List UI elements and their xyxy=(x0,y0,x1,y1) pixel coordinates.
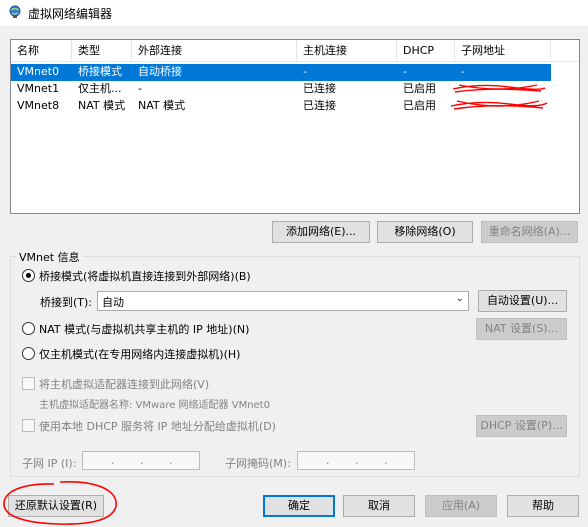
cell-host: - xyxy=(303,65,307,78)
help-button[interactable]: 帮助 xyxy=(507,495,579,517)
cell-type: NAT 模式 xyxy=(78,99,126,112)
apply-button[interactable]: 应用(A) xyxy=(425,495,497,517)
nat-mode-label[interactable]: NAT 模式(与虚拟机共享主机的 IP 地址)(N) xyxy=(39,321,249,337)
connect-adapter-label[interactable]: 将主机虚拟适配器连接到此网络(V) xyxy=(39,376,209,392)
ip-separator: . xyxy=(384,454,388,467)
vmnet-info-label: VMnet 信息 xyxy=(16,249,83,265)
connect-adapter-checkbox[interactable] xyxy=(22,377,35,390)
cell-external: 自动桥接 xyxy=(138,65,182,78)
bridged-to-label: 桥接到(T): xyxy=(40,296,93,309)
bridged-mode-label[interactable]: 桥接模式(将虚拟机直接连接到外部网络)(B) xyxy=(39,268,251,284)
rename-network-button[interactable]: 重命名网络(A)... xyxy=(481,221,578,243)
subnet-mask-label: 子网掩码(M): xyxy=(225,457,291,470)
column-header-name[interactable]: 名称 xyxy=(11,40,72,62)
use-dhcp-label[interactable]: 使用本地 DHCP 服务将 IP 地址分配给虚拟机(D) xyxy=(39,418,276,434)
network-list[interactable]: 名称 类型 外部连接 主机连接 DHCP 子网地址 VMnet0 桥接模式 自动… xyxy=(10,39,580,214)
globe-network-icon xyxy=(9,5,21,18)
nat-mode-radio[interactable] xyxy=(22,322,35,335)
cell-type: 桥接模式 xyxy=(78,65,122,78)
cell-external: - xyxy=(138,82,142,95)
cell-type: 仅主机... xyxy=(78,82,122,95)
adapter-name-text: 主机虚拟适配器名称: VMware 网络适配器 VMnet0 xyxy=(39,400,270,411)
ip-separator: . xyxy=(111,454,115,467)
cell-subnet: - xyxy=(461,65,465,78)
table-row[interactable]: VMnet1 仅主机... - 已连接 已启用 xyxy=(11,81,551,98)
ip-separator: . xyxy=(140,454,144,467)
remove-network-button[interactable]: 移除网络(O) xyxy=(377,221,473,243)
table-header: 名称 类型 外部连接 主机连接 DHCP 子网地址 xyxy=(11,40,579,62)
title-bar: 虚拟网络编辑器 xyxy=(0,0,588,26)
cell-external: NAT 模式 xyxy=(138,99,186,112)
cell-subnet xyxy=(455,98,551,115)
cell-dhcp: 已启用 xyxy=(403,99,436,112)
column-header-dhcp[interactable]: DHCP xyxy=(397,40,455,62)
dhcp-settings-button[interactable]: DHCP 设置(P)... xyxy=(476,415,567,437)
nat-settings-button[interactable]: NAT 设置(S)... xyxy=(476,318,567,340)
add-network-button[interactable]: 添加网络(E)... xyxy=(272,221,370,243)
cancel-button[interactable]: 取消 xyxy=(343,495,415,517)
restore-defaults-button[interactable]: 还原默认设置(R) xyxy=(8,495,104,517)
cell-host: 已连接 xyxy=(303,82,336,95)
ip-separator: . xyxy=(169,454,173,467)
host-only-radio[interactable] xyxy=(22,347,35,360)
cell-subnet xyxy=(455,81,551,98)
column-header-subnet[interactable]: 子网地址 xyxy=(455,40,551,62)
subnet-ip-field[interactable]: . . . xyxy=(82,451,200,470)
use-dhcp-checkbox[interactable] xyxy=(22,419,35,432)
cell-name: VMnet1 xyxy=(17,82,60,95)
subnet-mask-field[interactable]: . . . xyxy=(297,451,415,470)
cell-name: VMnet0 xyxy=(17,65,60,78)
cell-host: 已连接 xyxy=(303,99,336,112)
subnet-ip-label: 子网 IP (I): xyxy=(22,457,77,470)
cell-dhcp: 已启用 xyxy=(403,82,436,95)
auto-settings-button[interactable]: 自动设置(U)... xyxy=(478,290,567,312)
ip-separator: . xyxy=(326,454,330,467)
column-header-host[interactable]: 主机连接 xyxy=(297,40,397,62)
column-header-type[interactable]: 类型 xyxy=(72,40,132,62)
window-title: 虚拟网络编辑器 xyxy=(28,7,113,21)
column-header-external[interactable]: 外部连接 xyxy=(132,40,297,62)
bridged-mode-radio[interactable] xyxy=(22,269,35,282)
ok-button[interactable]: 确定 xyxy=(263,495,335,517)
bridged-to-select[interactable]: 自动 ⌄ xyxy=(97,291,469,311)
bridged-to-value: 自动 xyxy=(102,296,124,309)
cell-dhcp: - xyxy=(403,65,407,78)
ip-separator: . xyxy=(355,454,359,467)
table-row[interactable]: VMnet8 NAT 模式 NAT 模式 已连接 已启用 xyxy=(11,98,551,115)
cell-name: VMnet8 xyxy=(17,99,60,112)
chevron-down-icon: ⌄ xyxy=(455,293,464,304)
table-row[interactable]: VMnet0 桥接模式 自动桥接 - - - xyxy=(11,64,551,81)
host-only-label[interactable]: 仅主机模式(在专用网络内连接虚拟机)(H) xyxy=(39,346,240,362)
